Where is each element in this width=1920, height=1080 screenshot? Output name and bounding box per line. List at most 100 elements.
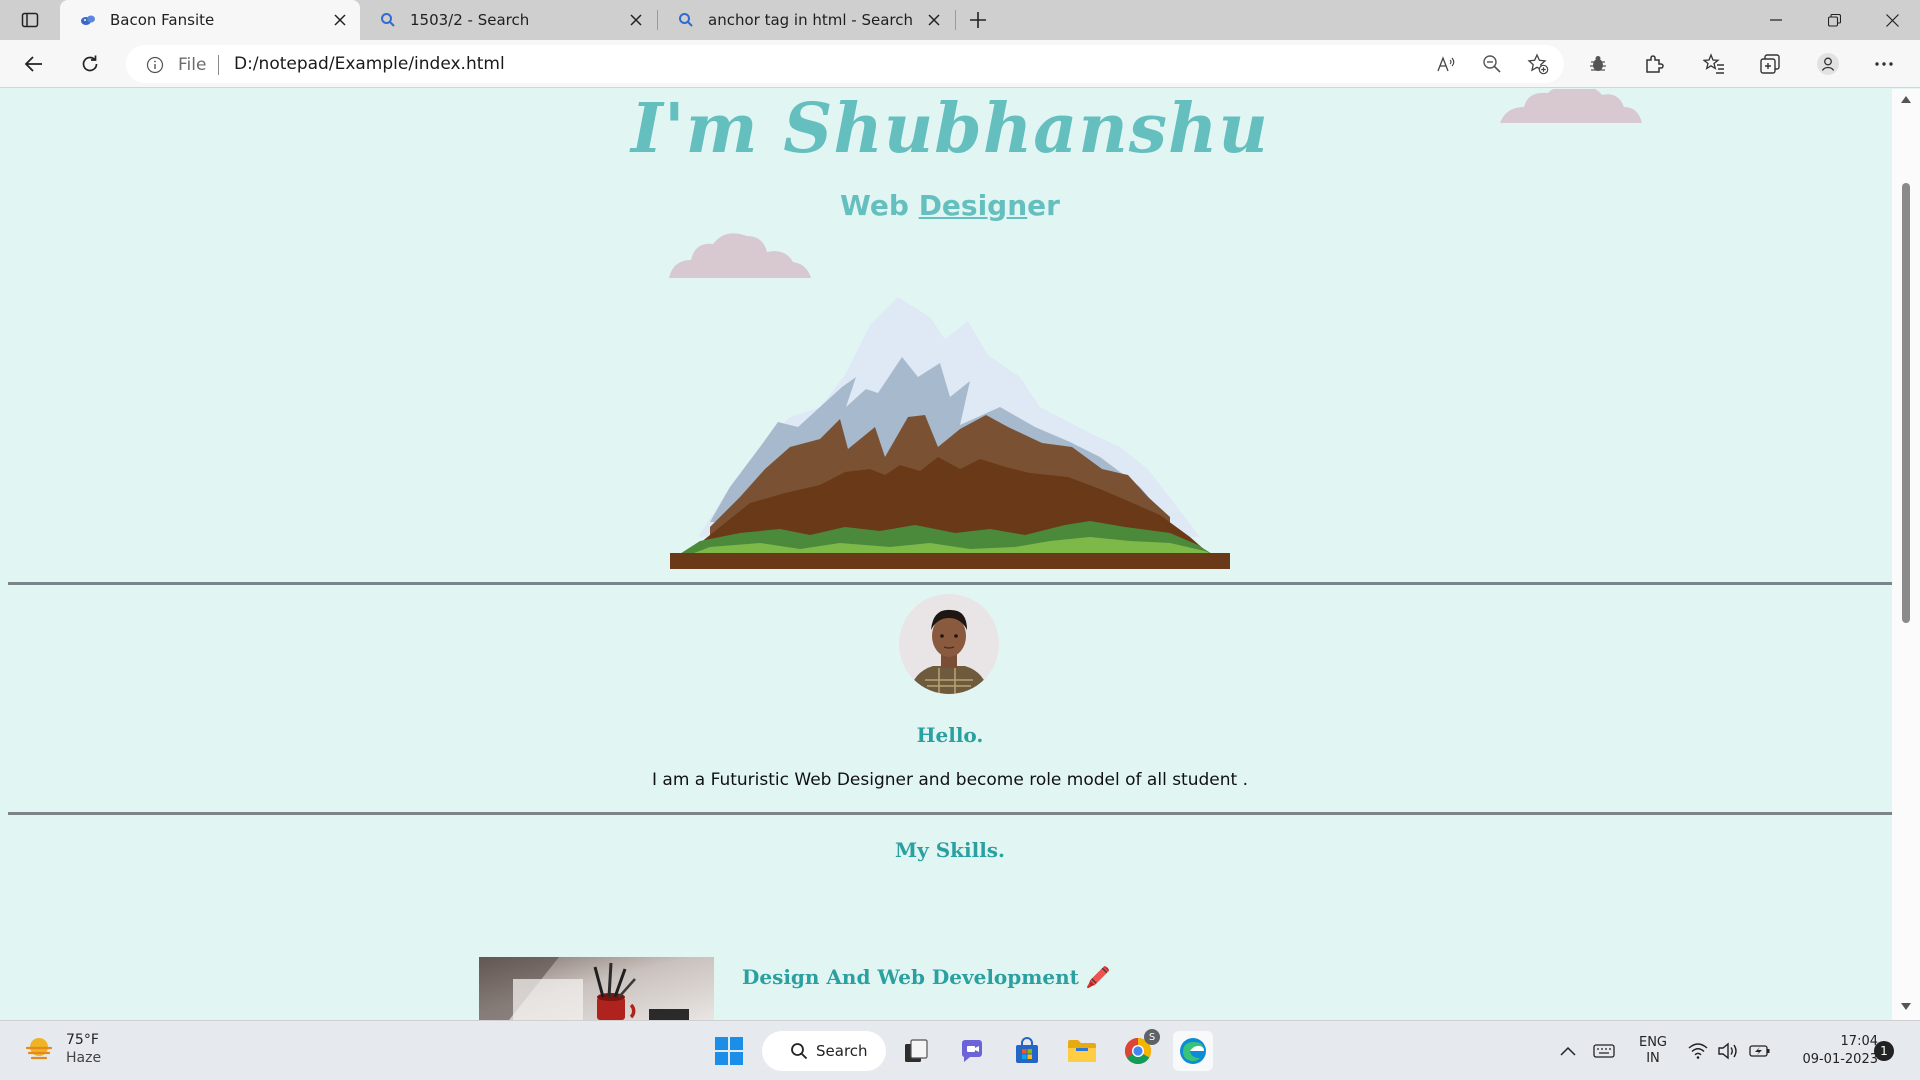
skill-photo — [479, 957, 714, 1020]
edge-button[interactable] — [1173, 1031, 1213, 1071]
read-aloud-button[interactable] — [1432, 50, 1460, 78]
back-arrow-icon — [24, 56, 42, 72]
close-tab-icon[interactable] — [332, 12, 348, 28]
start-button[interactable] — [709, 1031, 749, 1071]
teams-chat-button[interactable] — [952, 1031, 992, 1071]
star-plus-icon — [1527, 53, 1549, 75]
address-bar[interactable]: File D:/notepad/Example/index.html — [126, 45, 1564, 83]
windows-taskbar: 75°F Haze Search S ENG IN 17:04 09-01-20… — [0, 1020, 1920, 1080]
back-button[interactable] — [18, 48, 50, 80]
section-divider — [8, 812, 1892, 815]
scroll-down-arrow-icon[interactable] — [1901, 1003, 1911, 1011]
address-divider — [218, 55, 219, 75]
plus-icon — [970, 12, 986, 28]
add-favorite-button[interactable] — [1524, 50, 1552, 78]
microsoft-store-button[interactable] — [1007, 1031, 1047, 1071]
browser-toolbar: File D:/notepad/Example/index.html — [0, 40, 1920, 88]
close-tab-icon[interactable] — [926, 12, 942, 28]
new-tab-button[interactable] — [962, 4, 994, 36]
battery-charging-icon — [1749, 1045, 1770, 1057]
tab-divider — [955, 10, 956, 30]
search-icon — [791, 1043, 808, 1060]
clock-time: 17:04 — [1840, 1034, 1878, 1049]
scroll-up-arrow-icon[interactable] — [1901, 95, 1911, 103]
touch-keyboard-button[interactable] — [1592, 1021, 1616, 1080]
skill-title-text: Design And Web Development — [742, 965, 1079, 989]
skills-heading: My Skills. — [894, 838, 1006, 862]
notification-count-badge[interactable]: 1 — [1874, 1041, 1894, 1061]
page-heading-name: I'm Shubhanshu — [631, 89, 1269, 169]
scheme-label: File — [178, 55, 207, 75]
settings-more-button[interactable] — [1868, 48, 1900, 80]
windows-logo-icon — [715, 1037, 743, 1065]
volume-button[interactable] — [1716, 1021, 1740, 1080]
page-scrollbar[interactable] — [1892, 89, 1920, 1020]
file-explorer-button[interactable] — [1062, 1031, 1102, 1071]
read-aloud-icon — [1437, 56, 1455, 72]
collections-icon — [1760, 54, 1780, 74]
close-icon — [1885, 13, 1899, 27]
tab-anchor-tag-search[interactable]: anchor tag in html - Search — [658, 0, 954, 40]
role-suffix: er — [1027, 189, 1060, 222]
web-page-viewport: I'm Shubhanshu Web Designer Hello. I am … — [8, 89, 1892, 1020]
restore-icon — [1827, 13, 1841, 27]
clock-button[interactable]: 17:04 09-01-2023 — [1782, 1021, 1878, 1080]
refresh-icon — [82, 55, 98, 72]
clock-date: 09-01-2023 — [1802, 1052, 1878, 1067]
site-favicon-icon — [81, 15, 95, 25]
taskbar-search[interactable]: Search — [762, 1031, 886, 1071]
weather-widget[interactable]: 75°F Haze — [24, 1031, 101, 1067]
tab-actions-icon — [21, 12, 39, 28]
battery-button[interactable] — [1748, 1021, 1772, 1080]
network-button[interactable] — [1686, 1021, 1710, 1080]
intro-paragraph: I am a Futuristic Web Designer and becom… — [651, 770, 1248, 790]
minimize-button[interactable] — [1748, 0, 1804, 40]
zoom-out-button[interactable] — [1478, 50, 1506, 78]
scrollbar-thumb[interactable] — [1902, 183, 1910, 623]
close-tab-icon[interactable] — [628, 12, 644, 28]
store-icon — [1016, 1037, 1038, 1063]
favorites-button[interactable] — [1698, 48, 1730, 80]
tab-title: anchor tag in html - Search — [708, 11, 914, 29]
tab-title: 1503/2 - Search — [410, 11, 530, 29]
chat-icon — [961, 1040, 982, 1062]
profile-button[interactable] — [1812, 48, 1844, 80]
section-divider — [8, 582, 1892, 585]
mountain-illustration — [670, 297, 1230, 569]
page-subtitle-role: Web Designer — [8, 189, 1892, 222]
weather-temperature: 75°F — [66, 1032, 99, 1048]
chrome-button[interactable]: S — [1118, 1029, 1160, 1071]
close-window-button[interactable] — [1864, 0, 1920, 40]
wifi-icon — [1688, 1043, 1708, 1059]
info-icon[interactable] — [146, 56, 164, 74]
restore-button[interactable] — [1806, 0, 1862, 40]
search-icon — [679, 13, 693, 27]
task-view-button[interactable] — [896, 1031, 936, 1071]
collections-button[interactable] — [1754, 48, 1786, 80]
tab-actions-button[interactable] — [14, 4, 46, 36]
url-text[interactable]: D:/notepad/Example/index.html — [234, 54, 505, 74]
chevron-up-icon — [1560, 1046, 1576, 1056]
tab-bacon-fansite[interactable]: Bacon Fansite — [60, 0, 360, 40]
role-link-design[interactable]: Design — [919, 189, 1027, 222]
tab-1503-search[interactable]: 1503/2 - Search — [360, 0, 656, 40]
refresh-button[interactable] — [74, 48, 106, 80]
tab-strip: Bacon Fansite 1503/2 - Search anchor tag… — [0, 0, 1920, 40]
haze-weather-icon — [25, 1038, 53, 1060]
role-prefix: Web — [840, 189, 919, 222]
skill-title: Design And Web Development 🖍️ — [742, 965, 1111, 989]
folder-icon — [1068, 1040, 1096, 1062]
weather-description: Haze — [66, 1050, 102, 1066]
keyboard-icon — [1593, 1044, 1615, 1058]
task-view-icon — [905, 1039, 928, 1062]
crayon-icon: 🖍️ — [1085, 965, 1111, 989]
extension-bug-button[interactable] — [1582, 48, 1614, 80]
avatar-photo — [899, 594, 999, 694]
language-region: IN — [1646, 1051, 1660, 1066]
edge-icon — [1180, 1038, 1206, 1064]
zoom-out-icon — [1483, 55, 1501, 73]
show-hidden-icons-button[interactable] — [1556, 1021, 1580, 1080]
search-icon — [381, 13, 395, 27]
input-language-indicator[interactable]: ENG IN — [1632, 1021, 1674, 1080]
extensions-button[interactable] — [1638, 48, 1670, 80]
